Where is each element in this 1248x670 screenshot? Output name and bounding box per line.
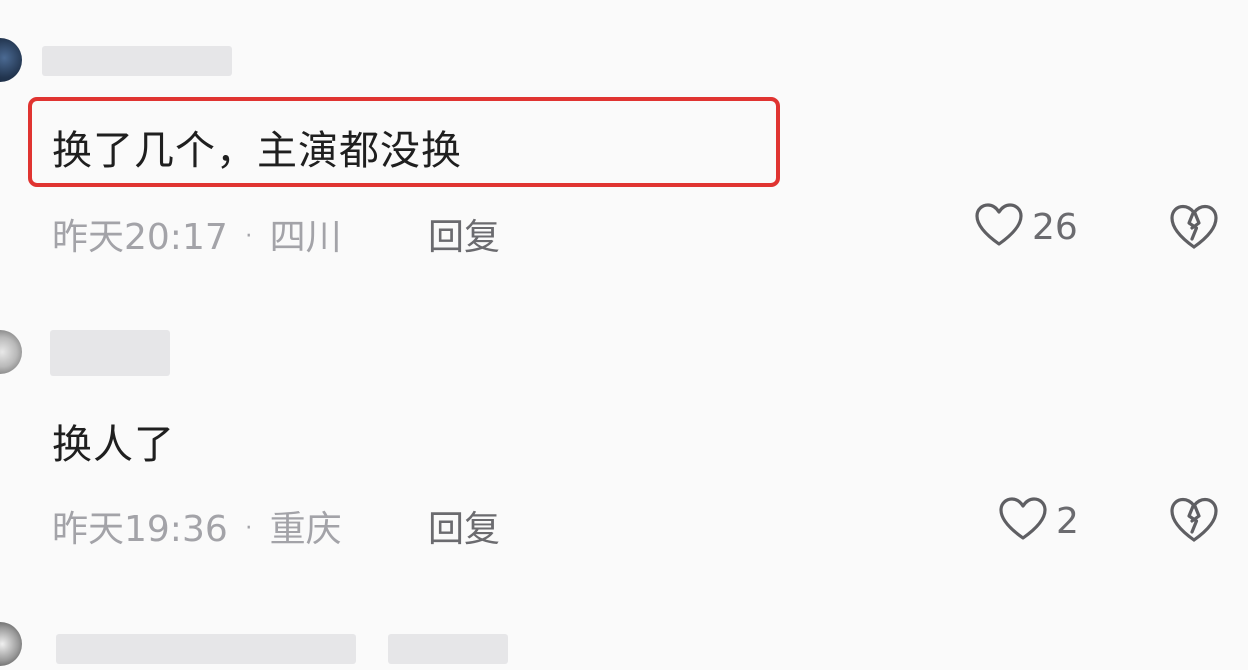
comment-text: 换人了 — [52, 422, 175, 468]
broken-heart-icon — [1168, 497, 1220, 548]
like-count: 2 — [1056, 500, 1079, 542]
heart-outline-icon — [998, 496, 1048, 546]
comment-location: 重庆 — [269, 509, 342, 550]
username-blurred[interactable] — [56, 634, 356, 664]
username-blurred[interactable] — [50, 330, 170, 376]
reply-button[interactable]: 回复 — [428, 500, 500, 552]
avatar[interactable] — [0, 330, 22, 374]
like-button[interactable]: 26 — [974, 202, 1078, 252]
comment-time: 昨天20:17 — [52, 217, 228, 258]
broken-heart-icon — [1168, 204, 1220, 255]
dislike-button[interactable] — [1168, 496, 1220, 548]
like-button[interactable]: 2 — [998, 496, 1079, 546]
avatar[interactable] — [0, 38, 22, 82]
reply-button[interactable]: 回复 — [428, 208, 500, 260]
heart-outline-icon — [974, 202, 1024, 252]
comment-time: 昨天19:36 — [52, 509, 228, 550]
dislike-button[interactable] — [1168, 203, 1220, 255]
meta-separator: · — [245, 516, 253, 541]
meta-separator: · — [245, 224, 253, 249]
username-blurred[interactable] — [42, 46, 232, 76]
comment-location: 四川 — [269, 217, 342, 258]
comment-meta: 昨天19:36 · 重庆 — [52, 500, 342, 552]
username-blurred — [388, 634, 508, 664]
like-count: 26 — [1032, 206, 1078, 248]
comment-text: 换了几个，主演都没换 — [52, 128, 462, 174]
comment-meta: 昨天20:17 · 四川 — [52, 208, 342, 260]
avatar[interactable] — [0, 622, 22, 666]
